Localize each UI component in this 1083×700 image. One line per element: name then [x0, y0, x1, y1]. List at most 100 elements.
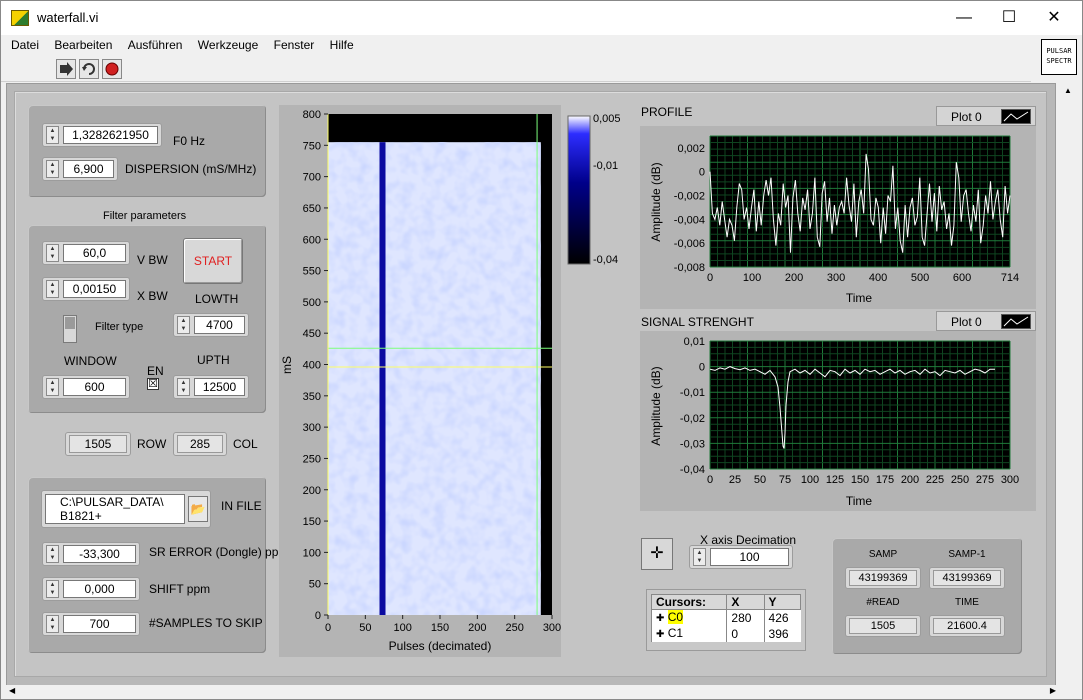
- menu-bearbeiten[interactable]: Bearbeiten: [54, 35, 112, 55]
- skip-control[interactable]: ▲ ▼ 700: [42, 612, 140, 636]
- run-continuous-icon[interactable]: [79, 59, 99, 79]
- upth-value[interactable]: 12500: [194, 378, 245, 396]
- start-button[interactable]: START: [183, 238, 243, 284]
- dispersion-value[interactable]: 6,900: [63, 160, 114, 178]
- lowth-control[interactable]: ▲ ▼ 4700: [173, 313, 249, 337]
- waterfall-graph[interactable]: 0501001502002503003504004505005506006507…: [279, 105, 631, 657]
- lowth-value[interactable]: 4700: [194, 316, 245, 334]
- upth-control[interactable]: ▲ ▼ 12500: [173, 375, 249, 399]
- waterfall-ytick-label: 450: [303, 328, 321, 340]
- spin-arrows-icon[interactable]: ▲ ▼: [177, 378, 190, 396]
- xbw-value[interactable]: 0,00150: [63, 280, 126, 298]
- minimize-icon[interactable]: —: [941, 1, 987, 35]
- filter-type-switch[interactable]: [63, 315, 77, 343]
- cursor-row[interactable]: ✚ C1 0 396: [650, 626, 801, 642]
- vbw-value[interactable]: 60,0: [63, 244, 126, 262]
- read-value: 1505: [849, 618, 917, 634]
- pf-ytick-label: 0,002: [677, 143, 705, 155]
- waterfall-ytick-label: 750: [303, 140, 321, 152]
- graph-palette-pan-icon[interactable]: ✛: [641, 538, 673, 570]
- pf-ytick-label: -0,008: [674, 262, 705, 274]
- decimation-control[interactable]: ▲ ▼ 100: [689, 545, 793, 569]
- cursor-header-x: X: [726, 594, 765, 610]
- profile-plot-legend[interactable]: Plot 0: [936, 106, 1036, 126]
- cursor-c0-name: C0: [667, 610, 684, 624]
- cursor-legend[interactable]: Cursors: X Y ✚ C0 280 426 ✚ C1 0 396: [646, 589, 806, 651]
- dispersion-control[interactable]: ▲ ▼ 6,900: [42, 157, 118, 181]
- vbw-control[interactable]: ▲ ▼ 60,0: [42, 241, 130, 265]
- pulsar-params-group: [28, 105, 266, 197]
- infile-path-line1: C:\PULSAR_DATA\: [60, 495, 164, 509]
- f0-control[interactable]: ▲ ▼ 1,3282621950: [42, 123, 162, 147]
- cursor-row[interactable]: ✚ C0 280 426: [650, 609, 801, 626]
- spin-arrows-icon[interactable]: ▲ ▼: [46, 244, 59, 262]
- infile-path-value[interactable]: C:\PULSAR_DATA\ B1821+: [45, 494, 185, 524]
- waterfall-xlabel: Pulses (decimated): [389, 639, 492, 653]
- waterfall-ytick-label: 150: [303, 516, 321, 528]
- line-style-icon: [1001, 314, 1031, 329]
- menu-fenster[interactable]: Fenster: [274, 35, 315, 55]
- spin-arrows-icon[interactable]: ▲ ▼: [46, 615, 59, 633]
- shift-value[interactable]: 0,000: [63, 580, 136, 598]
- window-value[interactable]: 600: [63, 378, 126, 396]
- shift-control[interactable]: ▲ ▼ 0,000: [42, 577, 140, 601]
- skip-value[interactable]: 700: [63, 615, 136, 633]
- menu-hilfe[interactable]: Hilfe: [330, 35, 354, 55]
- menu-ausfuehren[interactable]: Ausführen: [128, 35, 183, 55]
- shift-label: SHIFT ppm: [149, 582, 211, 596]
- window-title: waterfall.vi: [37, 10, 99, 25]
- pf-xtick-label: 0: [707, 272, 713, 284]
- folder-browse-icon[interactable]: 📂: [188, 496, 208, 522]
- cursor-c1-x: 0: [726, 626, 765, 642]
- signal-graph[interactable]: 0,01 0 -0,01 -0,02 -0,03 -0,04 0 25 50 75 100 125 1…: [640, 331, 1036, 511]
- close-icon[interactable]: ✕: [1031, 1, 1077, 35]
- time-label: TIME: [955, 597, 979, 608]
- abort-icon[interactable]: [102, 59, 122, 79]
- xbw-control[interactable]: ▲ ▼ 0,00150: [42, 277, 130, 301]
- labview-vi-icon: [11, 10, 29, 26]
- pf-xtick-label: 200: [785, 272, 803, 284]
- spin-arrows-icon[interactable]: ▲ ▼: [46, 280, 59, 298]
- sr-error-control[interactable]: ▲ ▼ -33,300: [42, 542, 140, 566]
- waterfall-ytick-label: 350: [303, 391, 321, 403]
- profile-ylabel: Amplitude (dB): [649, 162, 663, 241]
- vertical-scrollbar[interactable]: ▲: [1059, 83, 1079, 687]
- spin-arrows-icon[interactable]: ▲ ▼: [693, 548, 706, 566]
- col-label: COL: [233, 437, 258, 451]
- sg-ytick-label: -0,03: [680, 438, 705, 450]
- en-label: EN: [147, 364, 164, 378]
- infile-label: IN FILE: [221, 499, 262, 513]
- spin-arrows-icon[interactable]: ▲ ▼: [46, 580, 59, 598]
- spin-arrows-icon[interactable]: ▲ ▼: [46, 545, 59, 563]
- samp-value: 43199369: [849, 570, 917, 586]
- col-indicator: 285: [173, 432, 227, 456]
- window-control[interactable]: ▲ ▼ 600: [42, 375, 130, 399]
- signal-plot-legend[interactable]: Plot 0: [936, 311, 1036, 331]
- sr-error-value[interactable]: -33,300: [63, 545, 136, 563]
- maximize-icon[interactable]: ☐: [986, 1, 1032, 35]
- infile-path-control[interactable]: C:\PULSAR_DATA\ B1821+ 📂: [41, 490, 211, 528]
- filter-type-label: Filter type: [95, 321, 144, 333]
- menu-werkzeuge[interactable]: Werkzeuge: [198, 35, 258, 55]
- lowth-label: LOWTH: [195, 292, 239, 306]
- spin-arrows-icon[interactable]: ▲ ▼: [177, 316, 190, 334]
- f0-value[interactable]: 1,3282621950: [63, 126, 158, 144]
- spin-arrows-icon[interactable]: ▲ ▼: [46, 160, 59, 178]
- spin-arrows-icon[interactable]: ▲ ▼: [46, 378, 59, 396]
- en-checkbox[interactable]: ☒: [147, 378, 159, 390]
- sg-xtick-label: 200: [901, 474, 919, 486]
- sg-xtick-label: 175: [876, 474, 894, 486]
- read-indicator: 1505: [845, 615, 921, 637]
- infile-path-line2: B1821+: [60, 509, 102, 523]
- profile-graph[interactable]: 0,002 0 -0,002 -0,004 -0,006 -0,008 0 100 200 30…: [640, 126, 1036, 309]
- waterfall-ytick-label: 100: [303, 547, 321, 559]
- pf-ytick-label: 0: [699, 167, 705, 179]
- run-arrow-icon[interactable]: [56, 59, 76, 79]
- row-indicator: 1505: [65, 432, 131, 456]
- horizontal-scrollbar[interactable]: ◀ ▶: [6, 685, 1059, 699]
- menu-datei[interactable]: Datei: [11, 35, 39, 55]
- spin-arrows-icon[interactable]: ▲ ▼: [46, 126, 59, 144]
- sg-ytick-label: 0: [699, 362, 705, 374]
- decimation-value[interactable]: 100: [710, 548, 789, 566]
- sg-xtick-label: 0: [707, 474, 713, 486]
